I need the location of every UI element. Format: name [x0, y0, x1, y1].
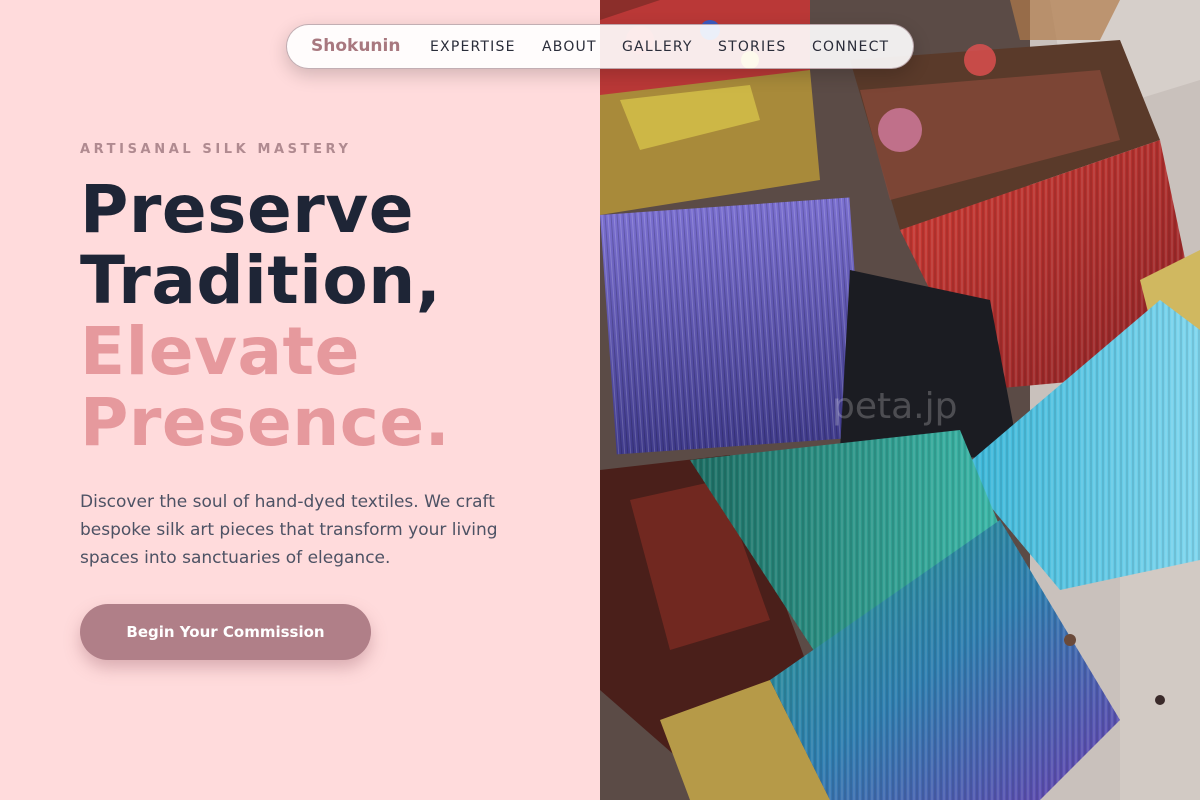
brand-logo-link[interactable]: Shokunin: [311, 36, 400, 56]
hero-headline: Preserve Tradition, Elevate Presence.: [80, 174, 450, 458]
headline-line-tradition: Tradition,: [80, 242, 442, 319]
nav-link-about[interactable]: ABOUT: [542, 39, 597, 55]
image-watermark: peta.jp: [832, 386, 957, 427]
hero-eyebrow: ARTISANAL SILK MASTERY: [80, 142, 352, 157]
hero-left-panel: ARTISANAL SILK MASTERY Preserve Traditio…: [0, 0, 600, 800]
nav-link-expertise[interactable]: EXPERTISE: [430, 39, 516, 55]
hero-description: Discover the soul of hand-dyed textiles.…: [80, 492, 498, 568]
paintbrushes-illustration: peta.jp: [600, 0, 1200, 800]
headline-line-preserve: Preserve: [80, 171, 415, 248]
nav-link-connect[interactable]: CONNECT: [812, 39, 889, 55]
headline-line-elevate: Elevate: [80, 313, 360, 390]
hero-image: peta.jp: [600, 0, 1200, 800]
nav-link-gallery[interactable]: GALLERY: [622, 39, 693, 55]
nav-link-stories[interactable]: STORIES: [718, 39, 786, 55]
headline-line-presence: Presence.: [80, 384, 451, 461]
begin-commission-button[interactable]: Begin Your Commission: [80, 604, 371, 660]
top-navigation: Shokunin EXPERTISE ABOUT GALLERY STORIES…: [286, 24, 914, 69]
